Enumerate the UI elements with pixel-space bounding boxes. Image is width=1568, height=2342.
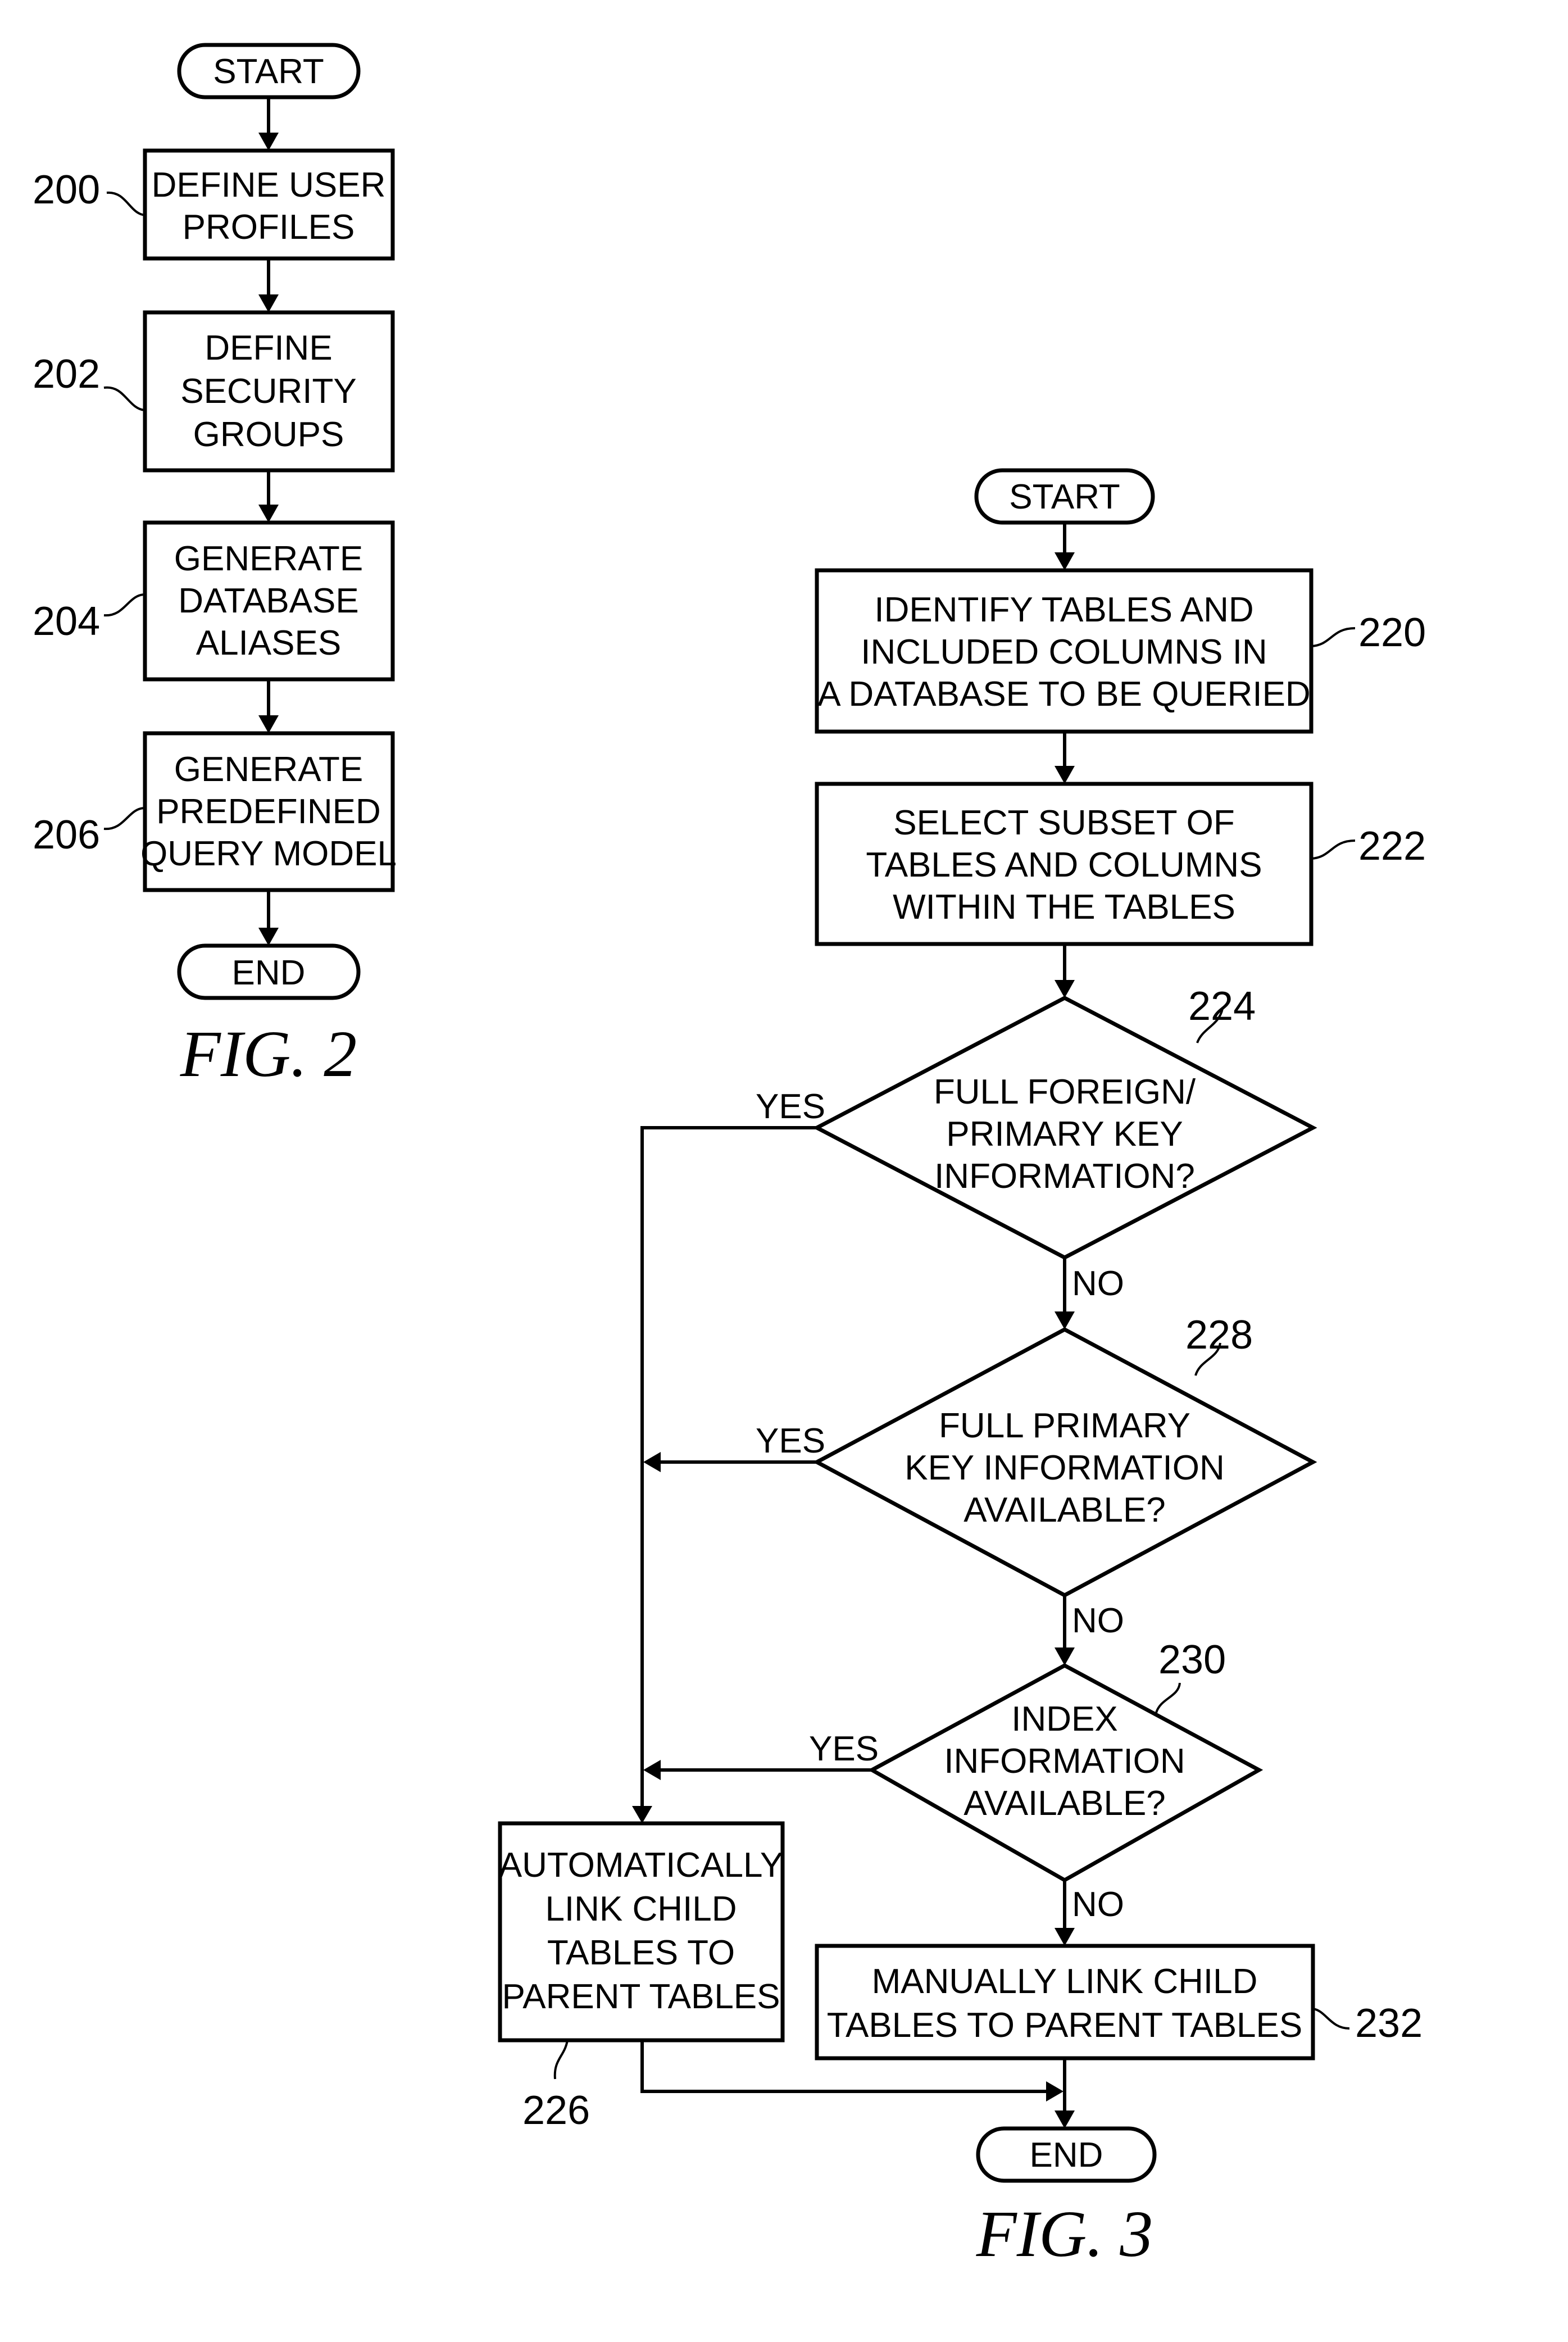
decision-224-yes-label: YES (756, 1087, 825, 1126)
fig3-decision-228: FULL PRIMARY KEY INFORMATION AVAILABLE? … (756, 1313, 1317, 1640)
fig3-yes-trunk-line (632, 1126, 817, 1823)
step-232-line-2: TABLES TO PARENT TABLES (827, 2006, 1303, 2045)
decision-230-no-label: NO (1072, 1885, 1124, 1924)
step-206-line-1: GENERATE (174, 750, 363, 789)
decision-228-line-1: FULL PRIMARY (939, 1406, 1190, 1445)
decision-230-line-3: AVAILABLE? (963, 1784, 1166, 1823)
fig3-arrow-220-222 (1055, 732, 1075, 784)
step-204-line-1: GENERATE (174, 539, 363, 578)
fig3-step-220: IDENTIFY TABLES AND INCLUDED COLUMNS IN … (815, 568, 1426, 734)
fig3-end-terminal: END (976, 2126, 1157, 2183)
fig3-end-label: END (1030, 2136, 1103, 2175)
fig3-caption: FIG. 3 (976, 2197, 1153, 2271)
fig3-step-232: MANUALLY LINK CHILD TABLES TO PARENT TAB… (815, 1944, 1422, 2060)
decision-228-line-3: AVAILABLE? (963, 1491, 1166, 1529)
ref-204: 204 (33, 599, 100, 644)
step-200-line-2: PROFILES (183, 208, 355, 247)
step-226-line-3: TABLES TO (547, 1933, 735, 1972)
fig3-step-222: SELECT SUBSET OF TABLES AND COLUMNS WITH… (815, 782, 1426, 946)
patent-drawing-sheet: START DEFINE USER PROFILES 200 DEFINE SE… (33, 43, 1426, 2271)
fig2-start-label: START (213, 52, 324, 91)
ref-222: 222 (1358, 824, 1426, 869)
ref-202: 202 (33, 352, 100, 397)
fig2-step-206: GENERATE PREDEFINED QUERY MODEL 206 (33, 731, 397, 892)
step-226-line-4: PARENT TABLES (502, 1977, 780, 2016)
fig3-arrow-222-224 (1055, 944, 1075, 998)
decision-224-line-3: INFORMATION? (934, 1157, 1195, 1196)
ref-220: 220 (1358, 610, 1426, 655)
fig2-arrow-204-206 (258, 679, 279, 733)
ref-206: 206 (33, 813, 100, 857)
ref-200: 200 (33, 167, 100, 212)
ref-224: 224 (1188, 984, 1256, 1029)
decision-224-no-label: NO (1072, 1264, 1124, 1303)
ref-204-leader (103, 593, 146, 617)
fig2-arrow-206-end (258, 890, 279, 946)
fig2-caption: FIG. 2 (180, 1017, 357, 1091)
step-206-line-2: PREDEFINED (156, 792, 381, 831)
fig3-start-label: START (1009, 478, 1120, 516)
ref-226: 226 (522, 2088, 590, 2133)
step-226-line-2: LINK CHILD (545, 1890, 737, 1928)
ref-226-leader (553, 2040, 569, 2080)
decision-224-line-1: FULL FOREIGN/ (934, 1073, 1196, 1111)
fig2-end-terminal: END (177, 943, 361, 1000)
step-202-line-3: GROUPS (193, 415, 344, 454)
step-204-line-3: ALIASES (196, 624, 341, 662)
step-206-line-3: QUERY MODEL (140, 834, 397, 873)
decision-228-yes-label: YES (756, 1422, 825, 1460)
fig2-end-label: END (232, 954, 306, 992)
decision-228-no-label: NO (1072, 1601, 1124, 1640)
fig2-step-204: GENERATE DATABASE ALIASES 204 (33, 520, 395, 682)
fig3-decision-230: INDEX INFORMATION AVAILABLE? 230 YES NO (809, 1637, 1264, 1924)
step-220-line-2: INCLUDED COLUMNS IN (861, 633, 1267, 671)
ref-232: 232 (1355, 2001, 1422, 2046)
decision-228-line-2: KEY INFORMATION (905, 1449, 1225, 1487)
fig3-decision-224: FULL FOREIGN/ PRIMARY KEY INFORMATION? 2… (756, 984, 1317, 1303)
ref-232-leader (1312, 2008, 1350, 2030)
ref-230-leader (1155, 1682, 1181, 1713)
fig2-step-200: DEFINE USER PROFILES 200 (33, 148, 395, 261)
fig3-arrow-start-220 (1055, 523, 1075, 570)
step-232-line-1: MANUALLY LINK CHILD (872, 1962, 1258, 2001)
step-222-line-3: WITHIN THE TABLES (893, 888, 1235, 927)
step-220-line-1: IDENTIFY TABLES AND (874, 591, 1253, 629)
ref-202-leader (103, 386, 146, 411)
step-222-line-1: SELECT SUBSET OF (893, 804, 1235, 842)
fig2-arrow-start-200 (258, 97, 279, 151)
step-200-line-1: DEFINE USER (152, 166, 386, 205)
step-202-line-1: DEFINE (204, 329, 332, 367)
fig2-arrow-202-204 (258, 470, 279, 523)
decision-230-line-2: INFORMATION (944, 1742, 1185, 1781)
step-204-line-2: DATABASE (178, 582, 359, 620)
fig2-flowchart: START DEFINE USER PROFILES 200 DEFINE SE… (33, 43, 397, 1091)
fig2-step-202: DEFINE SECURITY GROUPS 202 (33, 310, 395, 473)
decision-230-line-1: INDEX (1011, 1700, 1117, 1739)
ref-220-leader (1311, 627, 1356, 647)
step-222-line-2: TABLES AND COLUMNS (866, 846, 1262, 884)
fig3-flowchart: START IDENTIFY TABLES AND INCLUDED COLUM… (498, 468, 1426, 2271)
fig2-start-terminal: START (177, 43, 361, 99)
ref-222-leader (1311, 839, 1356, 860)
decision-224-line-2: PRIMARY KEY (946, 1115, 1183, 1154)
ref-206-leader (103, 807, 146, 830)
ref-230: 230 (1158, 1637, 1226, 1682)
ref-200-leader (106, 191, 146, 216)
ref-228: 228 (1185, 1313, 1253, 1358)
step-226-line-1: AUTOMATICALLY (499, 1846, 783, 1885)
step-202-line-2: SECURITY (180, 372, 356, 411)
step-220-line-3: A DATABASE TO BE QUERIED (817, 675, 1310, 714)
fig2-arrow-200-202 (258, 258, 279, 312)
decision-230-yes-label: YES (809, 1730, 879, 1768)
fig3-start-terminal: START (974, 468, 1155, 525)
